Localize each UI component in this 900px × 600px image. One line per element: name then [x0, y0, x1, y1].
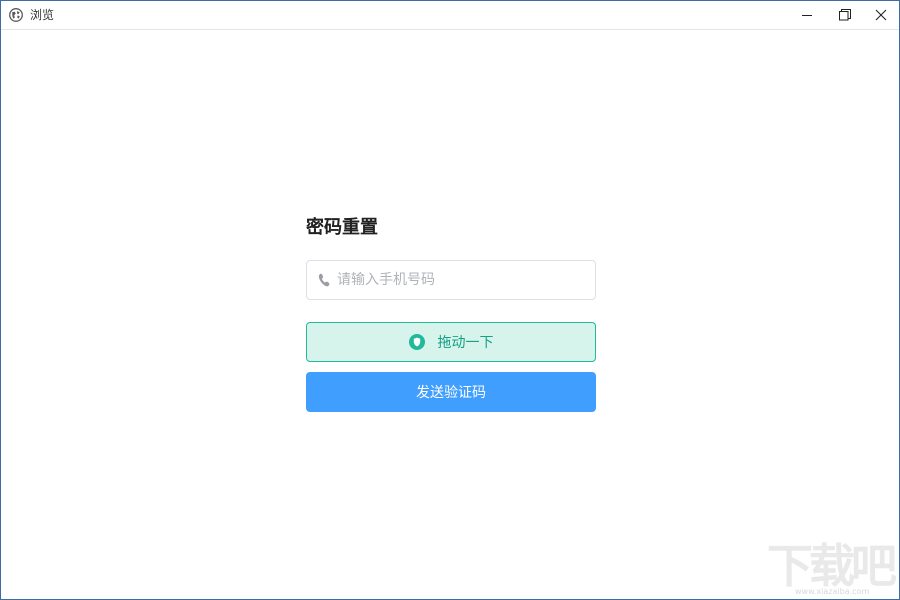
minimize-button[interactable]: [789, 1, 825, 29]
window-title: 浏览: [30, 8, 55, 22]
page-title: 密码重置: [306, 217, 378, 238]
watermark-logo: 下 载 吧 www.xiazaiba.com: [767, 539, 897, 596]
slide-verify-bar[interactable]: 拖动一下: [306, 322, 596, 362]
restore-icon: [839, 9, 851, 21]
maximize-button[interactable]: [827, 1, 863, 29]
globe-icon: [9, 8, 23, 22]
send-code-button[interactable]: 发送验证码: [306, 372, 596, 412]
phone-icon: [318, 273, 330, 287]
app-window: 浏览 密码重置 拖动一下: [0, 0, 900, 600]
phone-input[interactable]: [337, 261, 587, 299]
slide-verify-label: 拖动一下: [437, 335, 494, 351]
phone-field[interactable]: [306, 260, 596, 300]
shield-icon: [408, 334, 425, 350]
title-bar[interactable]: 浏览: [1, 1, 899, 30]
close-button[interactable]: [863, 1, 899, 29]
minimize-icon: [802, 15, 812, 16]
close-icon: [875, 9, 887, 21]
